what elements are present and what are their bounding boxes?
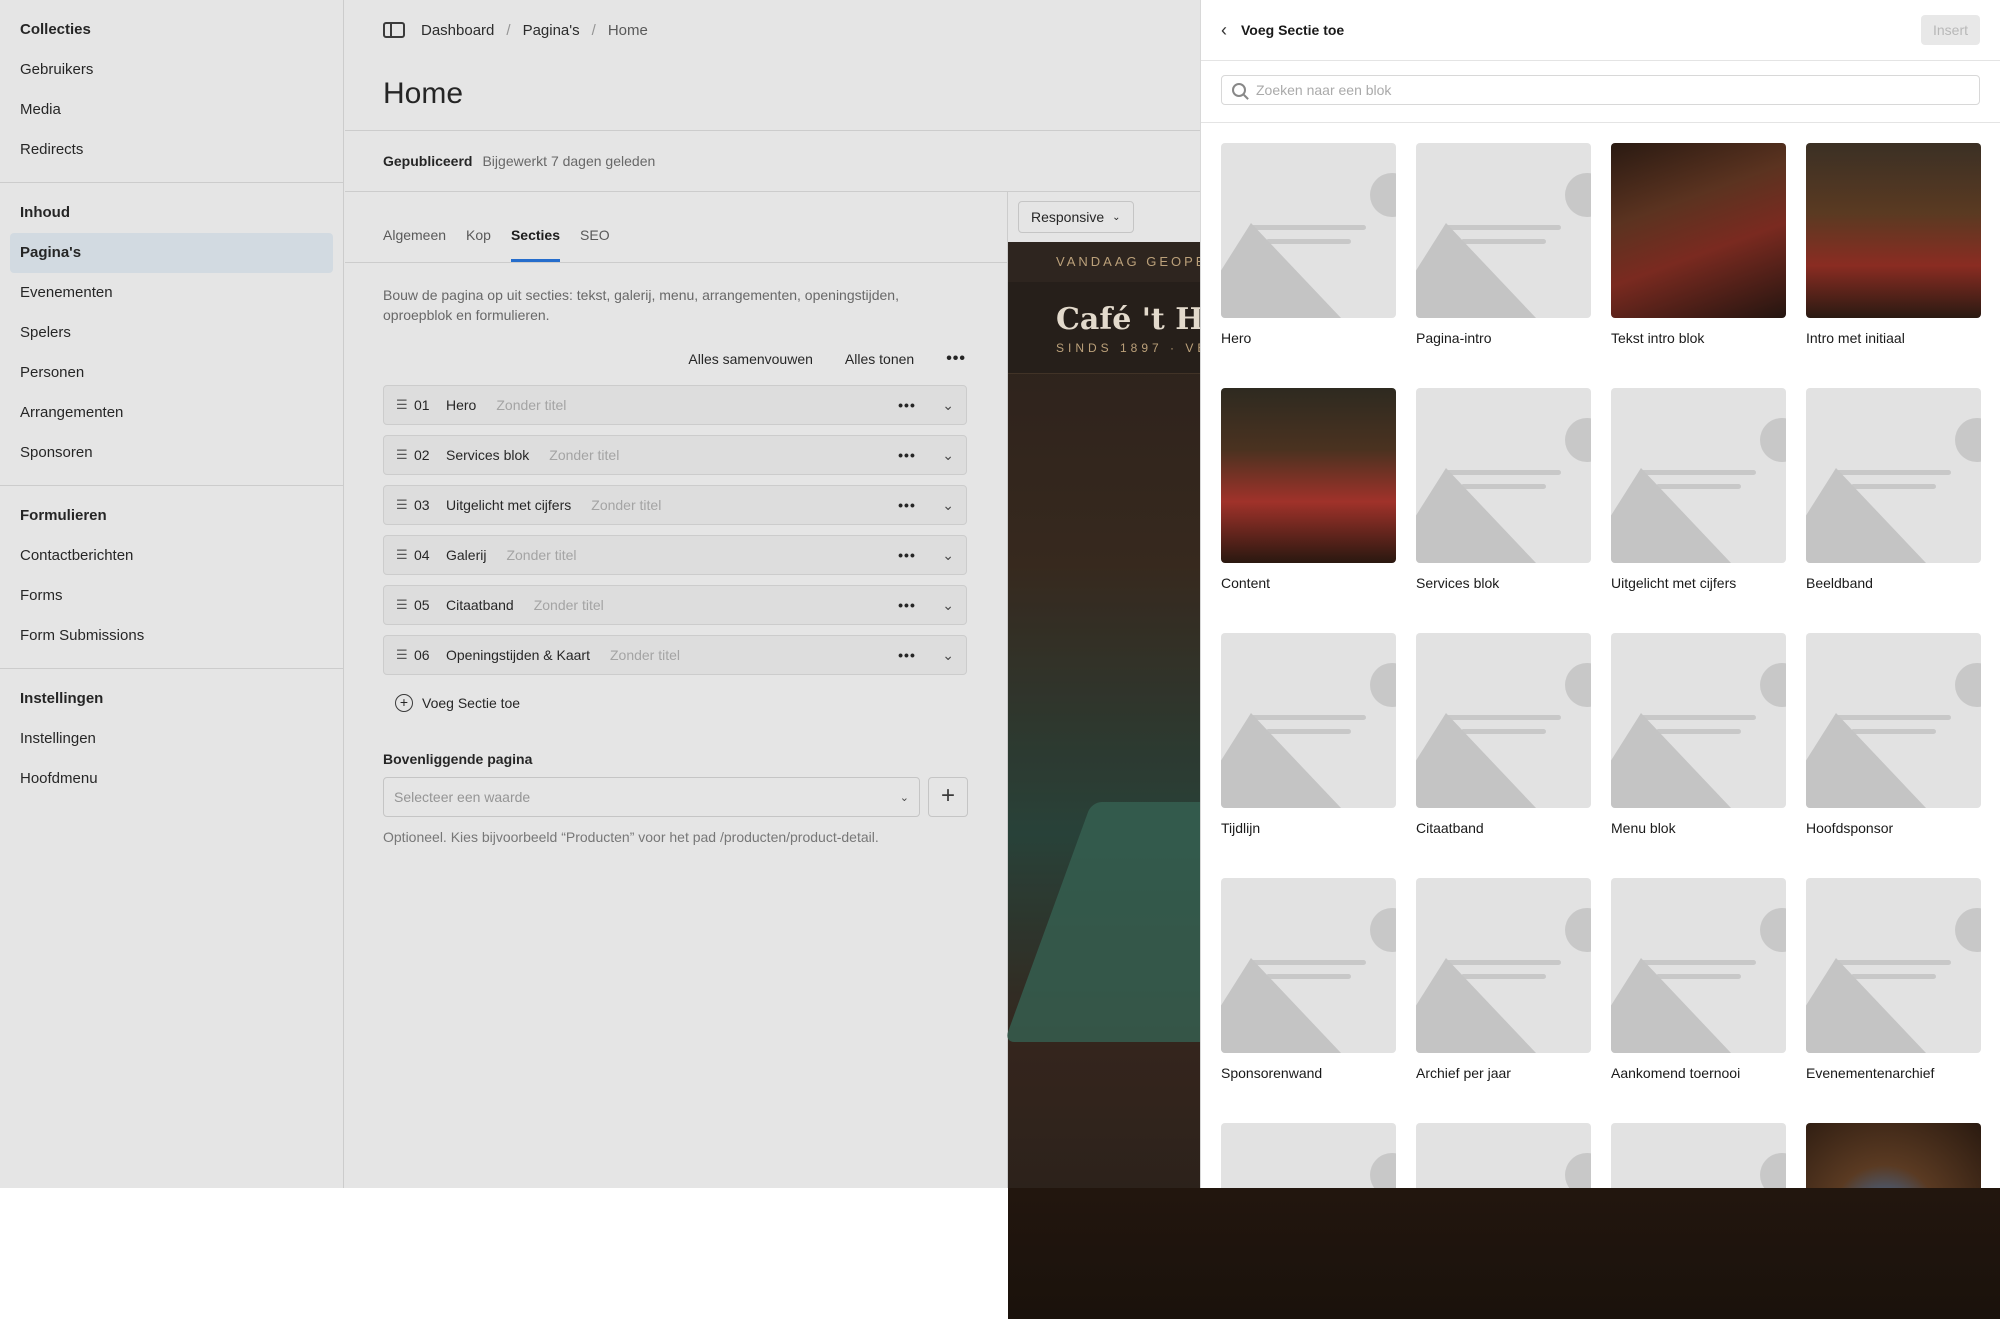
image-placeholder-icon [1221, 143, 1396, 318]
block-label: Evenementenarchief [1806, 1065, 1935, 1081]
block-option-tekst-intro-blok[interactable]: Tekst intro blok [1611, 143, 1786, 368]
drawer-search-wrap: Zoeken naar een blok [1201, 61, 2000, 123]
block-preview-image [1806, 143, 1981, 318]
block-search-placeholder: Zoeken naar een blok [1256, 82, 1392, 98]
block-label: Beeldband [1806, 575, 1873, 591]
image-placeholder-icon [1611, 1123, 1786, 1188]
block-label: Pagina-intro [1416, 330, 1492, 346]
image-placeholder-icon [1806, 388, 1981, 563]
image-placeholder-icon [1416, 388, 1591, 563]
image-placeholder-icon [1416, 143, 1591, 318]
block-option-content[interactable]: Content [1221, 388, 1396, 613]
image-placeholder-icon [1611, 388, 1786, 563]
block-label: Content [1221, 575, 1271, 591]
block-label: Citaatband [1416, 820, 1484, 836]
block-option-menu-blok[interactable]: Menu blok [1611, 633, 1786, 858]
block-label: Archief per jaar [1416, 1065, 1511, 1081]
image-placeholder-icon [1611, 633, 1786, 808]
block-option-unlabeled[interactable] [1611, 1123, 1786, 1188]
image-placeholder-icon [1416, 633, 1591, 808]
image-placeholder-icon [1416, 1123, 1591, 1188]
block-label: Tekst intro blok [1611, 330, 1705, 346]
image-placeholder-icon [1806, 878, 1981, 1053]
block-label: Menu blok [1611, 820, 1676, 836]
search-icon [1232, 83, 1246, 97]
image-placeholder-icon [1806, 633, 1981, 808]
block-preview-image [1611, 143, 1786, 318]
block-option-citaatband[interactable]: Citaatband [1416, 633, 1591, 858]
block-option-uitgelicht-met-cijfers[interactable]: Uitgelicht met cijfers [1611, 388, 1786, 613]
image-placeholder-icon [1221, 633, 1396, 808]
block-search-input[interactable]: Zoeken naar een blok [1221, 75, 1980, 105]
block-option-beeldband[interactable]: Beeldband [1806, 388, 1981, 613]
block-label: Hero [1221, 330, 1252, 346]
add-section-drawer: ‹ Voeg Sectie toe Insert Zoeken naar een… [1200, 0, 2000, 1188]
drawer-title: Voeg Sectie toe [1241, 22, 1345, 38]
block-preview-image [1221, 388, 1396, 563]
block-option-tijdlijn[interactable]: Tijdlijn [1221, 633, 1396, 858]
block-option-intro-met-initiaal[interactable]: Intro met initiaal [1806, 143, 1981, 368]
block-label: Tijdlijn [1221, 820, 1261, 836]
block-label: Sponsorenwand [1221, 1065, 1323, 1081]
block-option-evenementenarchief[interactable]: Evenementenarchief [1806, 878, 1981, 1103]
block-grid: Hero Pagina-intro Tekst intro blok Intro me… [1201, 123, 2000, 1188]
block-label: Services blok [1416, 575, 1500, 591]
block-label: Intro met initiaal [1806, 330, 1905, 346]
block-option-archief-per-jaar[interactable]: Archief per jaar [1416, 878, 1591, 1103]
block-option-services-blok[interactable]: Services blok [1416, 388, 1591, 613]
block-option-sponsorenwand[interactable]: Sponsorenwand [1221, 878, 1396, 1103]
block-option-hero[interactable]: Hero [1221, 143, 1396, 368]
block-label: Uitgelicht met cijfers [1611, 575, 1737, 591]
block-option-unlabeled[interactable] [1416, 1123, 1591, 1188]
image-placeholder-icon [1221, 1123, 1396, 1188]
block-label: Hoofdsponsor [1806, 820, 1894, 836]
block-option-pagina-intro[interactable]: Pagina-intro [1416, 143, 1591, 368]
drawer-header: ‹ Voeg Sectie toe Insert [1201, 0, 2000, 61]
chevron-left-icon[interactable]: ‹ [1221, 20, 1227, 41]
image-placeholder-icon [1416, 878, 1591, 1053]
block-option-hoofdsponsor[interactable]: Hoofdsponsor [1806, 633, 1981, 858]
block-option-aankomend-toernooi[interactable]: Aankomend toernooi [1611, 878, 1786, 1103]
block-label: Aankomend toernooi [1611, 1065, 1741, 1081]
block-preview-image [1806, 1123, 1981, 1188]
image-placeholder-icon [1611, 878, 1786, 1053]
insert-button[interactable]: Insert [1920, 15, 1980, 45]
block-option-unlabeled[interactable] [1221, 1123, 1396, 1188]
image-placeholder-icon [1221, 878, 1396, 1053]
block-option-unlabeled[interactable] [1806, 1123, 1981, 1188]
